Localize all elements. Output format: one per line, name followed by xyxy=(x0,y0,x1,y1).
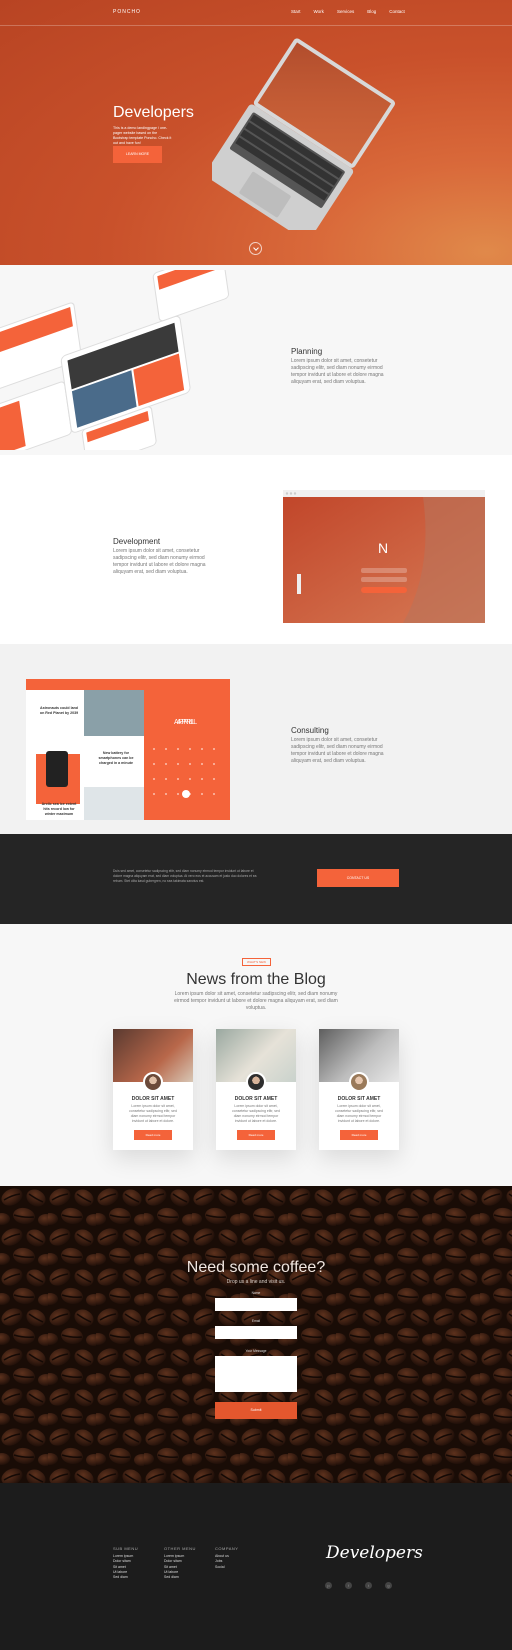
scroll-down-icon[interactable] xyxy=(249,242,262,255)
article-title-2: New battery for smartphones can be charg… xyxy=(98,751,134,765)
cta-section: Duis sed amet, consetetur sadipscing eli… xyxy=(0,834,512,924)
tablets-mockup-image xyxy=(0,270,230,450)
footer-link[interactable]: Social xyxy=(215,1565,238,1570)
nav-link-start[interactable]: Start xyxy=(291,9,301,14)
read-more-button[interactable]: Read more xyxy=(237,1130,275,1140)
submit-button[interactable]: Submit xyxy=(215,1402,297,1419)
footer: SUB MENU Lorem ipsum Dolor sitam Sit ame… xyxy=(0,1483,512,1650)
footer-column-heading: OTHER MENU xyxy=(164,1546,196,1551)
learn-more-button[interactable]: LEARN MORE xyxy=(113,146,162,163)
planning-section: Planning Lorem ipsum dolor sit amet, con… xyxy=(0,265,512,455)
nav-link-services[interactable]: Services xyxy=(337,9,354,14)
blog-title: News from the Blog xyxy=(186,971,326,988)
browser-mockup-image: N xyxy=(283,490,485,623)
message-label: Your Message xyxy=(245,1349,267,1353)
social-links: p f t g xyxy=(325,1582,392,1589)
article-title-3: Arctic sea ice extent hits record low fo… xyxy=(41,802,77,816)
nav-link-contact[interactable]: Contact xyxy=(389,9,405,14)
blog-card: DOLOR SIT AMET Lorem ipsum dolor sit ame… xyxy=(113,1029,193,1150)
contact-title: Need some coffee? xyxy=(186,1259,326,1276)
blog-card-text: Lorem ipsum dolor sit amet, consetetur s… xyxy=(335,1104,383,1123)
author-avatar xyxy=(349,1072,369,1092)
blog-card-title: DOLOR SIT AMET xyxy=(337,1096,381,1102)
nav-link-work[interactable]: Work xyxy=(314,9,324,14)
brand-logo[interactable]: PONCHO xyxy=(113,9,141,15)
blog-card: DOLOR SIT AMET Lorem ipsum dolor sit ame… xyxy=(319,1029,399,1150)
facebook-icon[interactable]: f xyxy=(345,1582,352,1589)
cta-text: Duis sed amet, consetetur sadipscing eli… xyxy=(113,869,257,883)
consulting-text: Lorem ipsum dolor sit amet, consetetur s… xyxy=(291,737,384,764)
footer-column-heading: COMPANY xyxy=(215,1546,239,1551)
blog-card-text: Lorem ipsum dolor sit amet, consetetur s… xyxy=(129,1104,177,1123)
author-avatar xyxy=(143,1072,163,1092)
top-nav: PONCHO Start Work Services Blog Contact xyxy=(0,0,512,26)
hero-section: PONCHO Start Work Services Blog Contact … xyxy=(0,0,512,265)
hero-text: This is a demo landingpage / one-pager w… xyxy=(113,126,172,145)
laptop-image xyxy=(212,38,396,230)
svg-text:N: N xyxy=(378,540,388,556)
contact-subtitle: Drop us a line and visit us. xyxy=(226,1279,286,1285)
footer-column-heading: SUB MENU xyxy=(113,1546,139,1551)
contact-us-button[interactable]: CONTACT US xyxy=(317,869,399,887)
nav-links: Start Work Services Blog Contact xyxy=(291,9,405,14)
contact-section: Need some coffee? Drop us a line and vis… xyxy=(0,1186,512,1483)
blog-subtitle: Lorem ipsum dolor sit amet, consetetur s… xyxy=(174,991,338,1011)
author-avatar xyxy=(246,1072,266,1092)
pinterest-icon[interactable]: p xyxy=(325,1582,332,1589)
footer-link[interactable]: Sed diam xyxy=(164,1575,196,1580)
blog-card-text: Lorem ipsum dolor sit amet, consetetur s… xyxy=(232,1104,280,1123)
consulting-title: Consulting xyxy=(291,726,329,735)
read-more-button[interactable]: Read more xyxy=(134,1130,172,1140)
calendar-month: APRIL xyxy=(176,719,198,726)
footer-column-submenu: SUB MENU Lorem ipsum Dolor sitam Sit ame… xyxy=(113,1546,138,1580)
hero-title: Developers xyxy=(113,104,194,121)
development-section: Development Lorem ipsum dolor sit amet, … xyxy=(0,455,512,644)
footer-column-company: COMPANY About us Jobs Social xyxy=(215,1546,238,1570)
development-title: Development xyxy=(113,537,161,546)
name-input[interactable] xyxy=(215,1298,297,1311)
email-input[interactable] xyxy=(215,1326,297,1339)
article-title-1: Astronauts could land on Red Planet by 2… xyxy=(39,706,79,715)
planning-title: Planning xyxy=(291,347,323,356)
planning-text: Lorem ipsum dolor sit amet, consetetur s… xyxy=(291,358,384,385)
whats-new-badge: WHAT'S NEW xyxy=(242,958,271,966)
read-more-button[interactable]: Read more xyxy=(340,1130,378,1140)
nav-link-blog[interactable]: Blog xyxy=(367,9,376,14)
footer-column-othermenu: OTHER MENU Lorem ipsum Dolor sitam Sit a… xyxy=(164,1546,196,1580)
footer-link[interactable]: Sed diam xyxy=(113,1575,138,1580)
github-icon[interactable]: g xyxy=(385,1582,392,1589)
development-text: Lorem ipsum dolor sit amet, consetetur s… xyxy=(113,548,206,575)
blog-card-title: DOLOR SIT AMET xyxy=(234,1096,278,1102)
email-label: Email xyxy=(251,1319,261,1323)
app-mockup-image: APRIL xyxy=(26,679,230,820)
blog-card-title: DOLOR SIT AMET xyxy=(131,1096,175,1102)
twitter-icon[interactable]: t xyxy=(365,1582,372,1589)
name-label: Name xyxy=(251,1291,261,1295)
footer-logo[interactable]: Developers xyxy=(326,1543,423,1563)
blog-card: DOLOR SIT AMET Lorem ipsum dolor sit ame… xyxy=(216,1029,296,1150)
message-textarea[interactable] xyxy=(215,1356,297,1392)
